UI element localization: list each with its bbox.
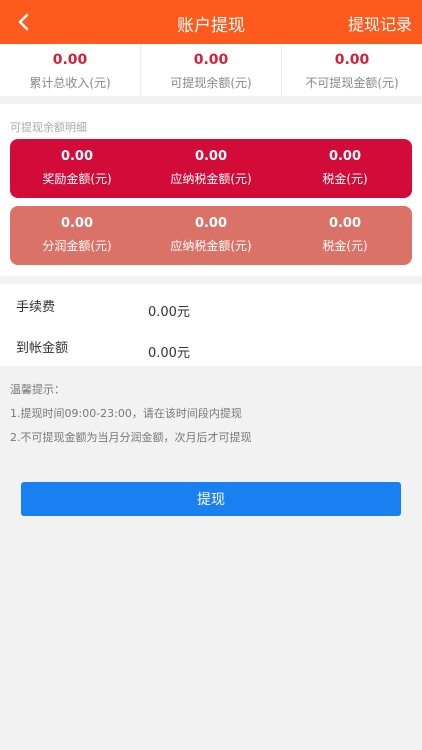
summary-withdrawable: 0.00 可提现余额(元) [140, 44, 281, 96]
tax-value: 0.00 [328, 149, 362, 164]
top-bar: 账户提现 提现记录 [0, 0, 422, 44]
arrival-label: 到帐金额 [16, 341, 69, 356]
card-column: 0.00 税金(元) [278, 206, 412, 265]
withdraw-records-link[interactable]: 提现记录 [348, 11, 412, 35]
chevron-left-icon [18, 13, 29, 31]
arrival-value: 0.00元 [148, 346, 190, 361]
summary-label: 累计总收入(元) [29, 76, 111, 90]
tax-value: 0.00 [328, 216, 362, 231]
tax-label: 税金(元) [322, 172, 368, 186]
tips-title: 温馨提示： [10, 383, 65, 396]
back-button[interactable] [10, 8, 38, 36]
summary-value: 0.00 [193, 52, 229, 68]
fee-value: 0.00元 [148, 305, 190, 320]
fee-row: 手续费 0.00元 [0, 288, 422, 320]
taxable-amount-label: 应纳税金额(元) [170, 239, 252, 253]
balance-summary: 0.00 累计总收入(元) 0.00 可提现余额(元) 0.00 不可提现金额(… [0, 44, 422, 96]
tax-label: 税金(元) [322, 239, 368, 253]
profit-share-label: 分润金额(元) [42, 239, 112, 253]
summary-label: 可提现余额(元) [170, 76, 252, 90]
profit-share-card: 0.00 分润金额(元) 0.00 应纳税金额(元) 0.00 税金(元) [10, 206, 412, 265]
arrival-row: 到帐金额 0.00元 [0, 329, 422, 361]
profit-share-value: 0.00 [60, 216, 94, 231]
tips-line: 1.提现时间09:00-23:00，请在该时间段内提现 [10, 407, 242, 420]
taxable-amount-value: 0.00 [194, 149, 228, 164]
summary-label: 不可提现金额(元) [305, 76, 399, 90]
withdraw-button[interactable]: 提现 [21, 482, 401, 516]
summary-total-income: 0.00 累计总收入(元) [0, 44, 140, 96]
reward-card: 0.00 奖励金额(元) 0.00 应纳税金额(元) 0.00 税金(元) [10, 139, 412, 198]
fee-section: 手续费 0.00元 到帐金额 0.00元 [0, 284, 422, 366]
tips-line: 2.不可提现金额为当月分润金额，次月后才可提现 [10, 431, 252, 444]
card-column: 0.00 应纳税金额(元) [144, 139, 278, 198]
card-column: 0.00 奖励金额(元) [10, 139, 144, 198]
summary-non-withdrawable: 0.00 不可提现金额(元) [281, 44, 422, 96]
card-column: 0.00 税金(元) [278, 139, 412, 198]
fee-label: 手续费 [16, 300, 56, 315]
taxable-amount-label: 应纳税金额(元) [170, 172, 252, 186]
tips-section: 温馨提示： 1.提现时间09:00-23:00，请在该时间段内提现 2.不可提现… [10, 380, 410, 452]
section-title: 可提现余额明细 [10, 121, 87, 134]
card-column: 0.00 应纳税金额(元) [144, 206, 278, 265]
summary-value: 0.00 [52, 52, 88, 68]
summary-value: 0.00 [334, 52, 370, 68]
reward-amount-label: 奖励金额(元) [42, 172, 112, 186]
taxable-amount-value: 0.00 [194, 216, 228, 231]
card-column: 0.00 分润金额(元) [10, 206, 144, 265]
reward-amount-value: 0.00 [60, 149, 94, 164]
